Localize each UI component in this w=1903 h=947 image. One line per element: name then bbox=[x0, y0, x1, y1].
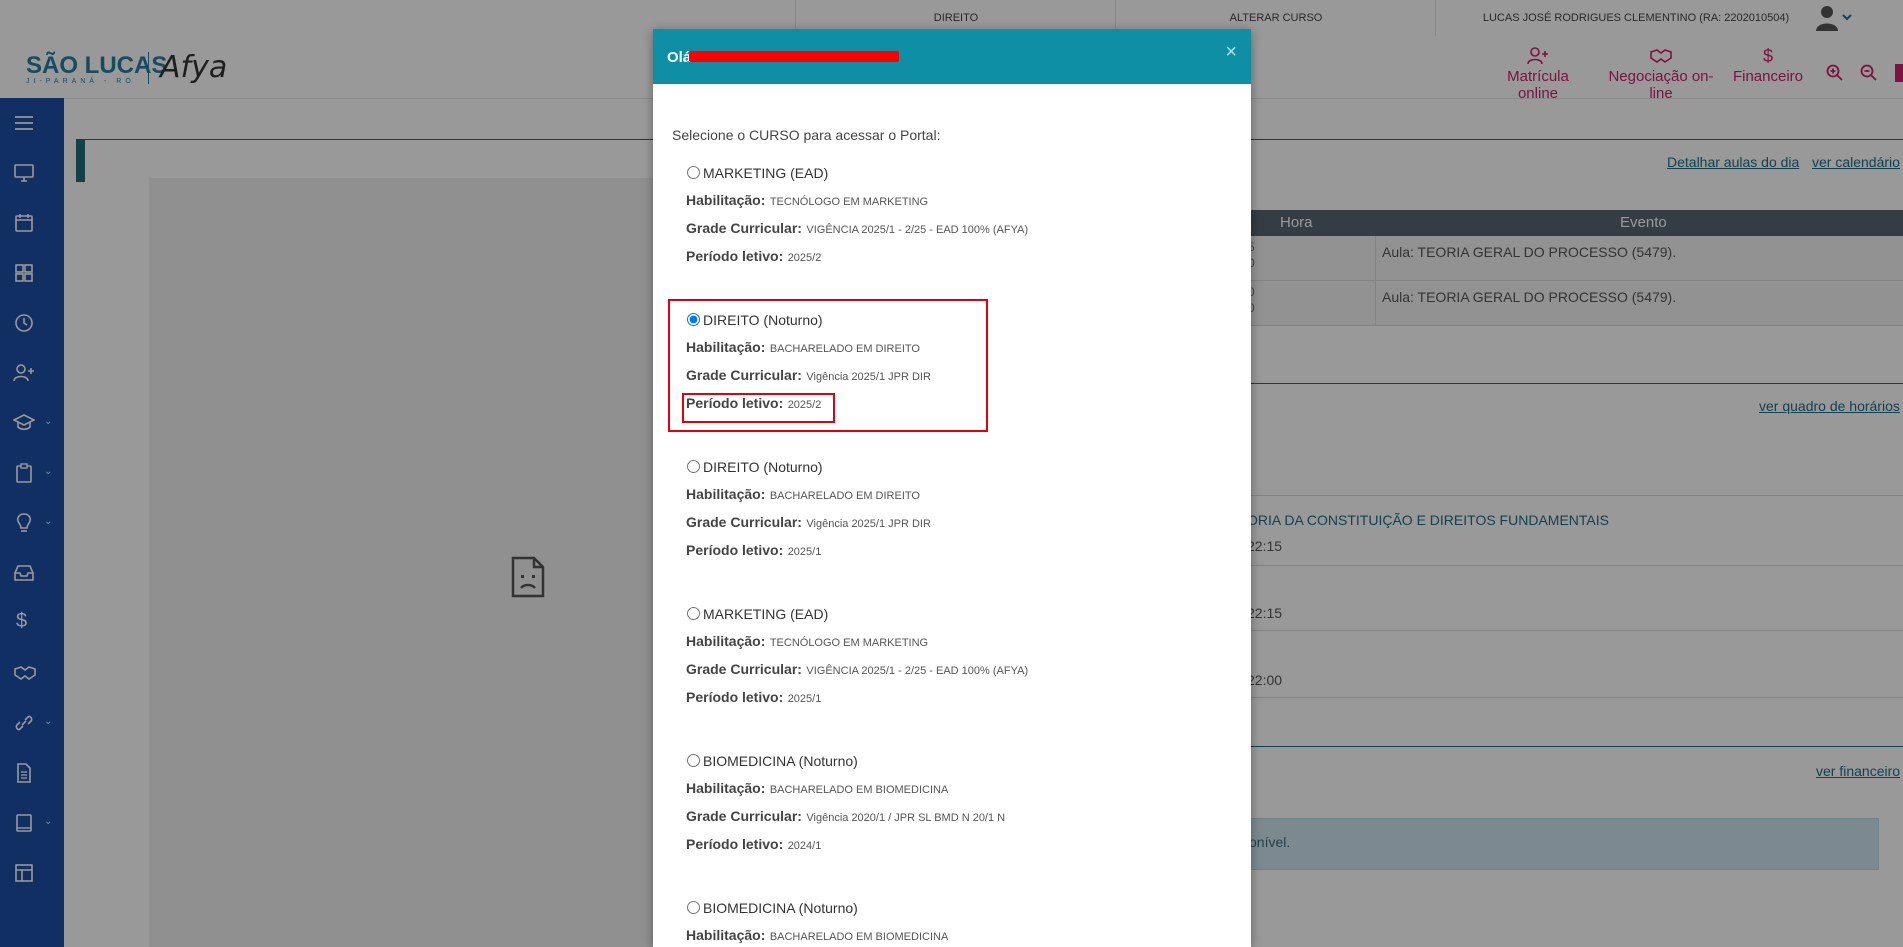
course-radio-label[interactable]: DIREITO (Noturno) bbox=[687, 312, 823, 328]
course-name: DIREITO (Noturno) bbox=[703, 312, 823, 328]
course-name: MARKETING (EAD) bbox=[703, 606, 829, 622]
course-selection-modal: Olá × Selecione o CURSO para acessar o P… bbox=[653, 29, 1251, 947]
redaction-mark bbox=[689, 51, 899, 62]
course-habilitacao: Habilitação: BACHARELADO EM DIREITO bbox=[686, 339, 920, 355]
course-periodo: Período letivo: 2025/2 bbox=[686, 395, 822, 411]
course-name: BIOMEDICINA (Noturno) bbox=[703, 753, 858, 769]
course-radio[interactable] bbox=[687, 607, 700, 620]
course-radio-label[interactable]: BIOMEDICINA (Noturno) bbox=[687, 900, 858, 916]
course-habilitacao: Habilitação: BACHARELADO EM BIOMEDICINA bbox=[686, 927, 949, 943]
course-periodo: Período letivo: 2024/1 bbox=[686, 836, 822, 852]
course-radio-label[interactable]: BIOMEDICINA (Noturno) bbox=[687, 753, 858, 769]
close-icon[interactable]: × bbox=[1225, 41, 1237, 64]
course-name: DIREITO (Noturno) bbox=[703, 459, 823, 475]
modal-greeting: Olá bbox=[667, 49, 692, 66]
course-habilitacao: Habilitação: TECNÓLOGO EM MARKETING bbox=[686, 633, 929, 649]
course-grade: Grade Curricular: Vigência 2025/1 JPR DI… bbox=[686, 367, 931, 383]
course-grade: Grade Curricular: Vigência 2025/1 JPR DI… bbox=[686, 514, 931, 530]
course-radio[interactable] bbox=[687, 166, 700, 179]
course-periodo: Período letivo: 2025/1 bbox=[686, 542, 822, 558]
course-grade: Grade Curricular: VIGÊNCIA 2025/1 - 2/25… bbox=[686, 661, 1029, 677]
course-radio-label[interactable]: MARKETING (EAD) bbox=[687, 606, 828, 622]
modal-instruction: Selecione o CURSO para acessar o Portal: bbox=[672, 127, 941, 143]
modal-header: Olá × bbox=[653, 29, 1251, 84]
course-habilitacao: Habilitação: TECNÓLOGO EM MARKETING bbox=[686, 192, 929, 208]
course-radio[interactable] bbox=[687, 460, 700, 473]
course-habilitacao: Habilitação: BACHARELADO EM DIREITO bbox=[686, 486, 920, 502]
course-habilitacao: Habilitação: BACHARELADO EM BIOMEDICINA bbox=[686, 780, 949, 796]
course-periodo: Período letivo: 2025/1 bbox=[686, 689, 822, 705]
course-radio[interactable] bbox=[687, 901, 700, 914]
course-grade: Grade Curricular: VIGÊNCIA 2025/1 - 2/25… bbox=[686, 220, 1029, 236]
course-radio[interactable] bbox=[687, 754, 700, 767]
course-radio-selected[interactable] bbox=[687, 313, 700, 326]
course-name: MARKETING (EAD) bbox=[703, 165, 829, 181]
course-name: BIOMEDICINA (Noturno) bbox=[703, 900, 858, 916]
course-radio-label[interactable]: DIREITO (Noturno) bbox=[687, 459, 823, 475]
course-grade: Grade Curricular: Vigência 2020/1 / JPR … bbox=[686, 808, 1006, 824]
course-periodo: Período letivo: 2025/2 bbox=[686, 248, 822, 264]
course-radio-label[interactable]: MARKETING (EAD) bbox=[687, 165, 828, 181]
